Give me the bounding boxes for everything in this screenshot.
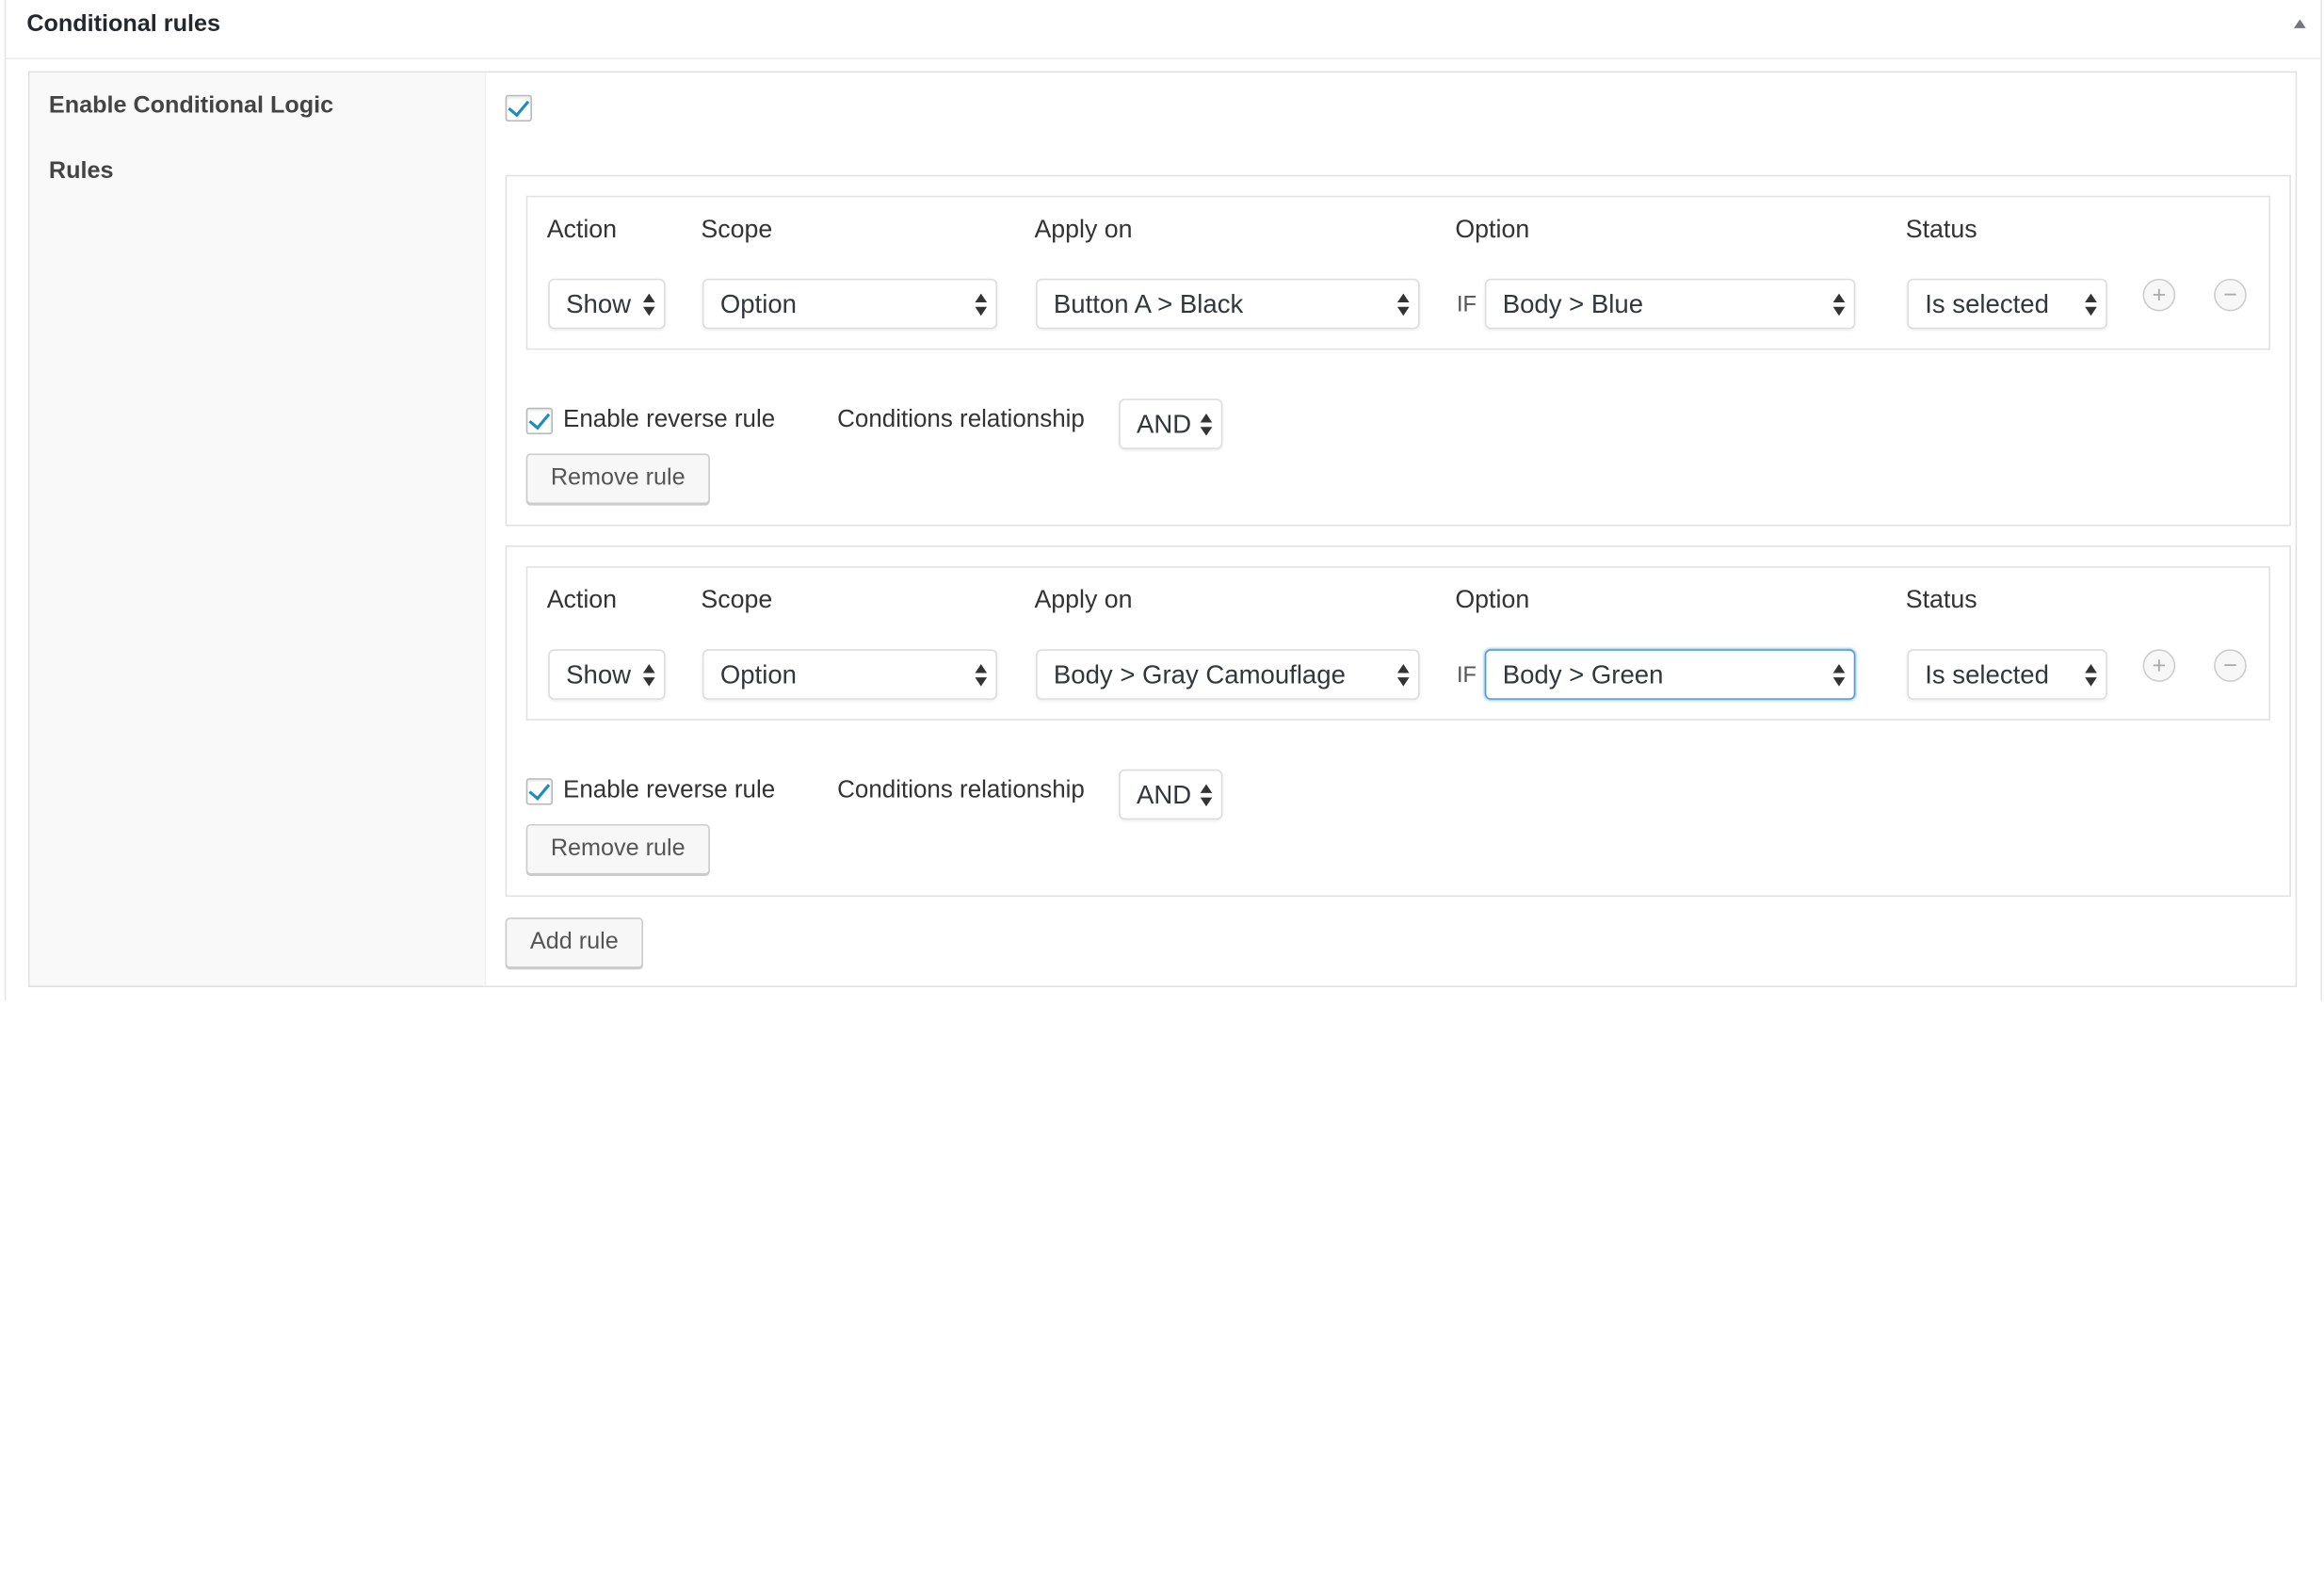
add-rule-button[interactable]: Add rule bbox=[505, 917, 643, 968]
status-select[interactable]: Is selected bbox=[1907, 278, 2107, 330]
enable-reverse-rule-checkbox[interactable] bbox=[525, 407, 553, 435]
select-arrows-icon bbox=[1200, 784, 1213, 807]
select-arrows-icon bbox=[2085, 293, 2097, 317]
option-select[interactable]: Body > Blue bbox=[1484, 278, 1856, 330]
status-select-value: Is selected bbox=[1925, 659, 2049, 690]
add-condition-icon[interactable]: + bbox=[2142, 649, 2176, 682]
remove-condition-icon[interactable]: − bbox=[2214, 649, 2247, 682]
select-arrows-icon bbox=[975, 664, 988, 688]
apply-on-select-value: Button A > Black bbox=[1053, 288, 1244, 319]
label-column: Enable Conditional Logic Rules bbox=[29, 73, 487, 986]
enable-reverse-rule-label: Enable reverse rule bbox=[563, 406, 776, 433]
enable-conditional-logic-label: Enable Conditional Logic bbox=[48, 93, 334, 119]
checkmark-icon bbox=[528, 778, 551, 801]
status-column-header: Status bbox=[1905, 585, 1977, 614]
select-arrows-icon bbox=[642, 664, 655, 688]
action-column-header: Action bbox=[546, 585, 618, 614]
status-column-header: Status bbox=[1905, 215, 1977, 244]
enable-reverse-rule-checkbox[interactable] bbox=[525, 778, 553, 805]
select-arrows-icon bbox=[2085, 664, 2097, 688]
checkmark-icon bbox=[508, 94, 530, 118]
remove-rule-button[interactable]: Remove rule bbox=[525, 453, 710, 505]
action-select[interactable]: Show bbox=[548, 649, 666, 700]
rule-box-2: Action Scope Apply on Option Status Show… bbox=[505, 545, 2291, 898]
option-column-header: Option bbox=[1455, 585, 1530, 614]
scope-select-value: Option bbox=[719, 659, 797, 690]
apply-on-select[interactable]: Button A > Black bbox=[1036, 278, 1420, 330]
action-select[interactable]: Show bbox=[548, 278, 666, 330]
remove-rule-button[interactable]: Remove rule bbox=[525, 823, 710, 875]
scope-select-value: Option bbox=[719, 288, 797, 319]
scope-column-header: Scope bbox=[701, 215, 773, 244]
apply-on-select-value: Body > Gray Camouflage bbox=[1053, 659, 1346, 690]
enable-conditional-logic-checkbox[interactable] bbox=[505, 94, 532, 122]
select-arrows-icon bbox=[975, 293, 988, 317]
checkmark-icon bbox=[528, 407, 551, 430]
conditions-relationship-label: Conditions relationship bbox=[837, 406, 1085, 433]
add-condition-icon[interactable]: + bbox=[2142, 278, 2176, 312]
apply-on-column-header: Apply on bbox=[1034, 215, 1133, 244]
select-arrows-icon bbox=[1832, 664, 1846, 688]
panel-header[interactable]: Conditional rules bbox=[6, 0, 2321, 59]
status-select-value: Is selected bbox=[1925, 288, 2049, 319]
action-select-value: Show bbox=[566, 288, 632, 319]
scope-select[interactable]: Option bbox=[702, 278, 998, 330]
if-label: IF bbox=[1456, 662, 1477, 689]
option-select-value: Body > Blue bbox=[1502, 288, 1644, 319]
conditional-rules-panel: Conditional rules Enable Conditional Log… bbox=[4, 0, 2322, 1001]
action-select-value: Show bbox=[566, 659, 632, 690]
enable-reverse-rule-label: Enable reverse rule bbox=[563, 776, 776, 803]
select-arrows-icon bbox=[1396, 293, 1410, 317]
condition-row: Action Scope Apply on Option Status Show… bbox=[525, 566, 2270, 721]
apply-on-column-header: Apply on bbox=[1034, 585, 1133, 614]
scope-select[interactable]: Option bbox=[702, 649, 998, 700]
panel-title: Conditional rules bbox=[26, 11, 220, 38]
if-label: IF bbox=[1456, 292, 1477, 317]
conditions-relationship-select[interactable]: AND bbox=[1119, 769, 1223, 820]
option-column-header: Option bbox=[1455, 215, 1530, 244]
scope-column-header: Scope bbox=[701, 585, 773, 614]
select-arrows-icon bbox=[642, 293, 655, 317]
select-arrows-icon bbox=[1832, 293, 1846, 317]
select-arrows-icon bbox=[1200, 414, 1213, 437]
option-select[interactable]: Body > Green bbox=[1484, 649, 1856, 700]
settings-form-table: Enable Conditional Logic Rules Action Sc… bbox=[27, 71, 2298, 988]
relationship-select-value: AND bbox=[1137, 409, 1192, 439]
rule-box-1: Action Scope Apply on Option Status Show… bbox=[505, 174, 2291, 527]
conditions-relationship-label: Conditions relationship bbox=[837, 776, 1085, 803]
action-column-header: Action bbox=[546, 215, 618, 244]
relationship-select-value: AND bbox=[1137, 779, 1192, 810]
collapse-arrow-icon[interactable] bbox=[2294, 19, 2306, 28]
apply-on-select[interactable]: Body > Gray Camouflage bbox=[1036, 649, 1420, 700]
status-select[interactable]: Is selected bbox=[1907, 649, 2107, 700]
conditions-relationship-select[interactable]: AND bbox=[1119, 398, 1223, 449]
condition-row: Action Scope Apply on Option Status Show… bbox=[525, 195, 2270, 350]
option-select-value: Body > Green bbox=[1502, 659, 1664, 690]
select-arrows-icon bbox=[1396, 664, 1410, 688]
remove-condition-icon[interactable]: − bbox=[2214, 278, 2247, 312]
rules-label: Rules bbox=[48, 158, 114, 185]
